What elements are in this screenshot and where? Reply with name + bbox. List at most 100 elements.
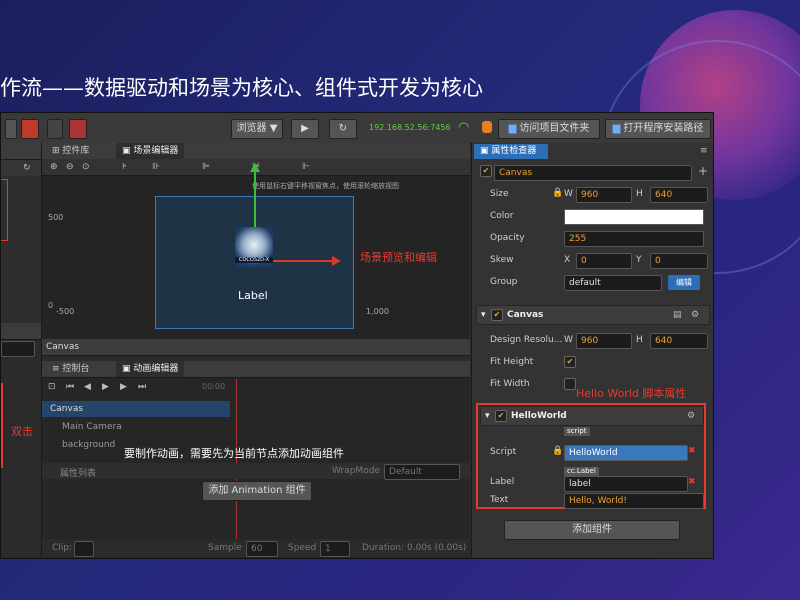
x-axis-arrow [332, 256, 341, 266]
refresh-icon[interactable]: ↻ [23, 162, 31, 174]
animation-controls: ⊡ ⏮ ◀ ▶ ▶ ⏭ 00:00 [42, 379, 232, 395]
design-h-input[interactable]: 640 [650, 333, 708, 349]
notification-icon[interactable] [482, 121, 492, 133]
time-readout: 00:00 [202, 382, 226, 391]
opacity-input[interactable]: 255 [564, 231, 704, 247]
tab-scene-editor[interactable]: ▣ 场景编辑器 [116, 143, 185, 159]
anim-footer: Clip: Sample 60 Speed 1 Duration: 0.00s … [42, 539, 470, 557]
record-icon[interactable]: ⊡ [48, 381, 56, 393]
canvas-breadcrumb[interactable]: Canvas [46, 342, 79, 352]
color-swatch[interactable] [564, 209, 704, 225]
property-list-label: 属性列表 [60, 469, 97, 479]
align-center-icon[interactable]: ⊪ [152, 161, 160, 173]
panel-menu-icon[interactable]: ≡ [700, 145, 708, 157]
refresh-button[interactable]: ↻ [329, 119, 357, 139]
axis-x-neg500: -500 [56, 307, 75, 316]
lock-icon[interactable]: 🔒 [552, 187, 563, 199]
tab-controls[interactable]: ⊞ 控件库 [46, 143, 95, 159]
y-axis-arrow [250, 163, 260, 172]
fit-width-checkbox[interactable] [564, 378, 576, 390]
axis-y-0: 0 [48, 301, 54, 310]
last-frame-icon[interactable]: ⏭ [138, 381, 146, 393]
script-properties-note: Hello World 脚本属性 [576, 387, 687, 400]
canvas-component-checkbox[interactable]: ✔ [491, 309, 503, 321]
zoom-reset-icon[interactable]: ⊙ [82, 161, 90, 173]
design-resolution-label-visible: Design Resolu... [490, 335, 563, 345]
add-component-button[interactable]: 添加组件 [504, 520, 680, 540]
play-anim-icon[interactable]: ▶ [102, 381, 109, 393]
first-frame-icon[interactable]: ⏮ [66, 381, 74, 393]
text-input[interactable]: Hello, World! [564, 493, 704, 509]
wrap-mode-select[interactable]: Default [384, 464, 460, 480]
fit-height-checkbox[interactable]: ✔ [564, 356, 576, 368]
tab-animation-editor[interactable]: ▣ 动画编辑器 [116, 361, 185, 377]
anim-tree-item-main-camera[interactable]: Main Camera [62, 422, 122, 432]
next-frame-icon[interactable]: ▶ [120, 381, 127, 393]
add-node-icon[interactable]: + [698, 165, 708, 177]
component-gear-icon[interactable]: ⚙ [687, 410, 695, 422]
align-right-icon[interactable]: ⊫ [202, 161, 210, 173]
toolbar-tool-4[interactable] [69, 119, 87, 139]
visit-project-folder-button[interactable]: ▆ 访问项目文件夹 [498, 119, 600, 139]
tab-console[interactable]: ≡ 控制台 [46, 361, 95, 377]
scene-annotation: 场景预览和编辑 [360, 251, 437, 264]
double-click-note: 双击 [11, 425, 33, 438]
skew-y-input[interactable]: 0 [650, 253, 708, 269]
hierarchy-highlight [1, 179, 8, 241]
size-label: Size [490, 189, 509, 199]
axis-x-1000: 1,000 [366, 307, 389, 316]
zoom-in-icon[interactable]: ⊕ [50, 161, 58, 173]
size-h-input[interactable]: 640 [650, 187, 708, 203]
scene-hint: 使用鼠标右键平移视窗焦点，使用滚轮缩放视图 [252, 182, 399, 190]
clip-select[interactable] [74, 541, 94, 557]
fit-width-label: Fit Width [490, 379, 530, 389]
open-install-path-button[interactable]: ▆ 打开程序安装路径 [605, 119, 711, 139]
main-toolbar: 浏览器 ▼ ▶ ↻ 192.168.52.56:7456 ◠ ▆ 访问项目文件夹… [1, 113, 713, 144]
wrap-mode-label: WrapMode [332, 466, 380, 476]
sample-input[interactable]: 60 [246, 541, 278, 557]
component-gear-icon[interactable]: ⚙ [691, 309, 699, 321]
edit-group-button[interactable]: 编辑 [668, 275, 700, 290]
distribute-v-icon[interactable]: ⊩ [302, 161, 310, 173]
helloworld-component-header[interactable]: ▾ ✔ HelloWorld ⚙ [480, 406, 704, 426]
component-book-icon[interactable]: ▤ [673, 309, 682, 321]
lock-icon[interactable]: 🔒 [552, 445, 563, 457]
skew-x-input[interactable]: 0 [576, 253, 632, 269]
speed-input[interactable]: 1 [320, 541, 350, 557]
inspector-tab[interactable]: ▣ 属性检查器 [474, 144, 548, 159]
toolbar-tool-1[interactable] [5, 119, 17, 139]
design-w-input[interactable]: 960 [576, 333, 632, 349]
label-type-tag: cc.Label [564, 467, 599, 476]
label-field[interactable]: label [564, 476, 688, 492]
label-field-label: Label [490, 477, 515, 487]
helloworld-title: HelloWorld [511, 411, 567, 421]
scene-node-label[interactable]: Label [238, 289, 268, 302]
add-animation-component-button[interactable]: 添加 Animation 组件 [202, 481, 312, 501]
ip-address[interactable]: 192.168.52.56:7456 [369, 123, 451, 132]
toolbar-tool-2[interactable] [21, 119, 39, 139]
anim-tree-item-background[interactable]: background [62, 440, 115, 450]
group-select[interactable]: default [564, 275, 662, 291]
script-clear-icon[interactable]: ✖ [688, 446, 696, 456]
anim-tree-item-canvas[interactable]: Canvas [42, 401, 230, 417]
slide-title: 作流——数据驱动和场景为核心、组件式开发为核心 [0, 76, 483, 100]
size-w-input[interactable]: 960 [576, 187, 632, 203]
script-type-tag: script [564, 427, 590, 436]
canvas-component-header[interactable]: ▾ ✔ Canvas ▤ ⚙ [476, 305, 710, 325]
cocos-logo[interactable]: COCOS2D-X [235, 227, 273, 267]
folder-icon: ▆ [612, 123, 624, 134]
node-name-input[interactable]: Canvas [494, 165, 692, 181]
play-button[interactable]: ▶ [291, 119, 319, 139]
group-label: Group [490, 277, 518, 287]
zoom-out-icon[interactable]: ⊖ [66, 161, 74, 173]
skew-label: Skew [490, 255, 514, 265]
label-clear-icon[interactable]: ✖ [688, 477, 696, 487]
align-left-icon[interactable]: ⊧ [122, 161, 127, 173]
assets-search-input[interactable] [1, 341, 35, 357]
helloworld-checkbox[interactable]: ✔ [495, 410, 507, 422]
prev-frame-icon[interactable]: ◀ [84, 381, 91, 393]
script-field[interactable]: HelloWorld [564, 445, 688, 461]
node-active-checkbox[interactable]: ✔ [480, 165, 492, 177]
toolbar-tool-3[interactable] [47, 119, 63, 139]
browser-select[interactable]: 浏览器 ▼ [231, 119, 283, 139]
